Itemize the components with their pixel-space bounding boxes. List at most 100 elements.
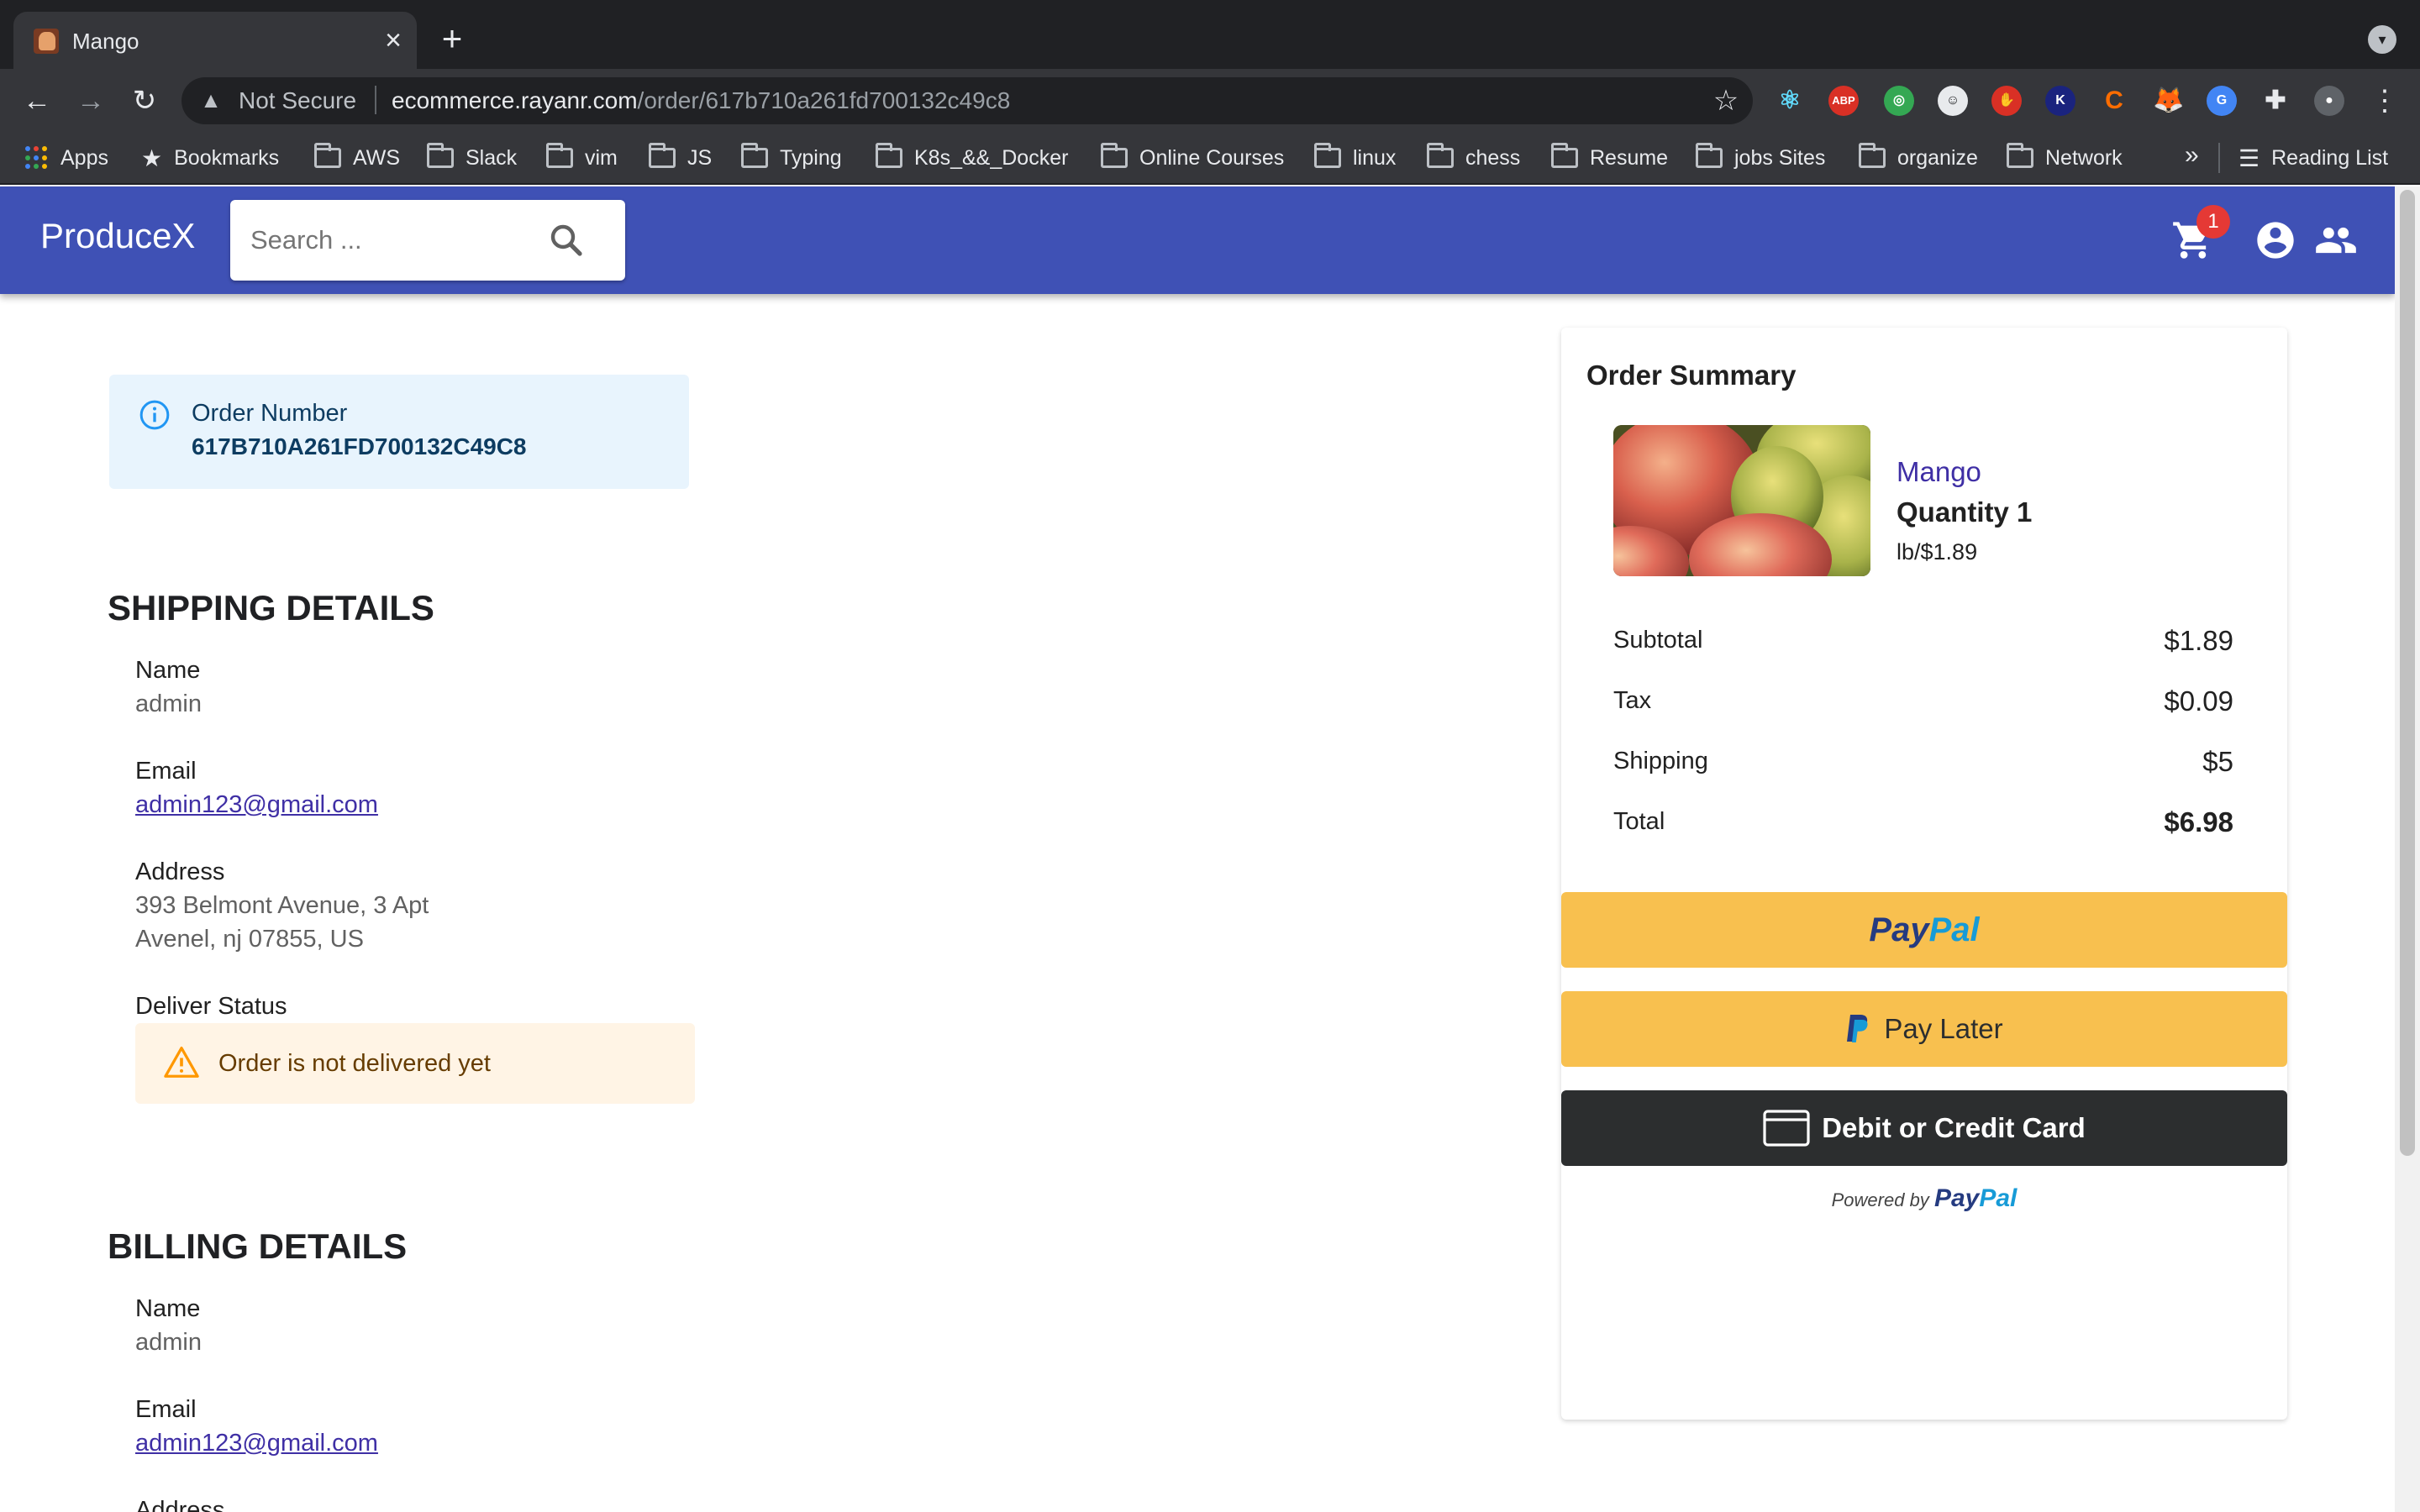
product-name-link[interactable]: Mango [1897, 456, 1981, 488]
bookmark-slack[interactable]: Slack [427, 143, 517, 173]
folder-icon [546, 143, 573, 168]
extensions-puzzle-icon[interactable]: ✚ [2260, 86, 2291, 116]
extension-c-icon[interactable]: C [2099, 86, 2129, 116]
bookmark-bookmarks[interactable]: ★ Bookmarks [141, 143, 279, 173]
bookmark-online-courses[interactable]: Online Courses [1101, 143, 1284, 173]
tab-search-icon[interactable]: ▾ [2368, 25, 2396, 54]
bookmark-resume[interactable]: Resume [1551, 143, 1668, 173]
bookmark-aws[interactable]: AWS [314, 143, 400, 173]
reading-list[interactable]: ☰ Reading List [2238, 143, 2388, 173]
folder-icon [1101, 143, 1128, 168]
total-label: Total [1613, 808, 1665, 835]
folder-icon [649, 143, 676, 168]
account-circle-icon[interactable] [2254, 218, 2297, 262]
warning-icon [164, 1047, 199, 1078]
users-group-icon[interactable] [2312, 218, 2360, 262]
shipping-email-link[interactable]: admin123@gmail.com [135, 791, 378, 819]
browser-tab[interactable]: Mango × [13, 12, 417, 69]
shipping-name-value: admin [135, 690, 202, 717]
tab-favicon-icon [34, 29, 59, 54]
url-host: ecommerce.rayanr.com [392, 87, 638, 113]
folder-icon [427, 143, 454, 168]
billing-name-label: Name [135, 1295, 201, 1322]
not-secure-label[interactable]: Not Secure [239, 87, 356, 114]
url-text[interactable]: ecommerce.rayanr.com/order/617b710a261fd… [392, 87, 1010, 114]
bookmark-k8s-docker[interactable]: K8s_&&_Docker [876, 143, 1068, 173]
deliver-status-text: Order is not delivered yet [218, 1050, 491, 1077]
product-image[interactable] [1613, 425, 1870, 576]
shipping-cost-value: $5 [2202, 746, 2233, 777]
powered-by-paypal: Powered by PayPal [1831, 1184, 2018, 1212]
credit-card-icon [1763, 1110, 1810, 1147]
apps-grid-icon [25, 146, 49, 170]
profile-avatar-icon[interactable]: ● [2314, 86, 2344, 116]
folder-icon [2007, 143, 2033, 168]
bookmark-js[interactable]: JS [649, 143, 712, 173]
debit-credit-card-button[interactable]: Debit or Credit Card [1561, 1090, 2287, 1166]
bookmark-apps[interactable]: Apps [25, 143, 108, 173]
folder-icon [1551, 143, 1578, 168]
brand-logo[interactable]: ProduceX [40, 215, 195, 257]
total-value: $6.98 [2164, 806, 2233, 837]
bookmark-star-icon[interactable]: ☆ [1709, 84, 1743, 118]
info-icon [139, 400, 170, 430]
scrollbar-thumb[interactable] [2400, 190, 2415, 1156]
browser-menu-icon[interactable]: ⋮ [2368, 84, 2402, 118]
bookmark-label: K8s_&&_Docker [914, 145, 1069, 170]
bookmark-linux[interactable]: linux [1314, 143, 1396, 173]
billing-details-heading: BILLING DETAILS [108, 1226, 408, 1266]
not-secure-icon[interactable]: ▲ [198, 87, 224, 113]
paypal-logo: PayPal [1869, 911, 1980, 948]
bookmark-label: Slack [466, 145, 518, 170]
bookmark-label: chess [1465, 145, 1521, 170]
adblock-plus-icon[interactable]: ABP [1828, 86, 1859, 116]
metamask-fox-icon[interactable]: 🦊 [2153, 86, 2184, 116]
card-button-label: Debit or Credit Card [1822, 1112, 2086, 1143]
extension-k-icon[interactable]: K [2045, 86, 2075, 116]
bookmark-typing[interactable]: Typing [741, 143, 842, 173]
paypal-button[interactable]: PayPal [1561, 892, 2287, 968]
shipping-address-line1: 393 Belmont Avenue, 3 Apt [135, 892, 429, 919]
extension-ring-icon[interactable]: ◎ [1884, 86, 1914, 116]
billing-email-label: Email [135, 1396, 197, 1423]
forward-icon[interactable]: → [71, 81, 111, 121]
bookmarks-divider [2218, 143, 2220, 173]
tab-close-icon[interactable]: × [376, 24, 410, 57]
order-number-label: Order Number [192, 400, 348, 427]
extension-hand-icon[interactable]: ✋ [1991, 86, 2022, 116]
back-icon[interactable]: ← [17, 81, 57, 121]
shipping-cost-label: Shipping [1613, 748, 1708, 774]
bookmark-label: vim [585, 145, 618, 170]
bookmark-label: Resume [1590, 145, 1669, 170]
bookmark-label: organize [1897, 145, 1978, 170]
pay-later-button[interactable]: Pay Later [1561, 991, 2287, 1067]
bookmark-label: JS [687, 145, 713, 170]
new-tab-icon[interactable]: + [434, 21, 471, 59]
bookmark-label: Bookmarks [174, 145, 280, 170]
billing-email-link[interactable]: admin123@gmail.com [135, 1430, 378, 1457]
extension-g-icon[interactable]: G [2207, 86, 2237, 116]
folder-icon [1427, 143, 1454, 168]
bookmark-network[interactable]: Network [2007, 143, 2123, 173]
cart-count-badge: 1 [2196, 205, 2230, 239]
shipping-name-label: Name [135, 657, 201, 684]
deliver-status-label: Deliver Status [135, 993, 287, 1020]
tab-title: Mango [72, 29, 139, 54]
bookmark-organize[interactable]: organize [1859, 143, 1978, 173]
bookmarks-overflow-icon[interactable]: » [2185, 141, 2199, 170]
order-number-value: 617B710A261FD700132C49C8 [192, 433, 527, 459]
order-summary-title: Order Summary [1586, 360, 1797, 391]
reload-icon[interactable]: ↻ [124, 81, 165, 121]
react-devtools-icon[interactable]: ⚛ [1775, 86, 1805, 116]
order-number-alert [109, 375, 689, 489]
reading-list-icon: ☰ [2238, 144, 2260, 171]
folder-icon [1696, 143, 1723, 168]
bookmark-chess[interactable]: chess [1427, 143, 1520, 173]
product-unit-price: lb/$1.89 [1897, 539, 1978, 564]
bookmark-label: AWS [353, 145, 401, 170]
bookmark-vim[interactable]: vim [546, 143, 618, 173]
search-icon[interactable] [546, 220, 587, 260]
search-input[interactable] [250, 223, 502, 257]
bookmark-jobs-sites[interactable]: jobs Sites [1696, 143, 1825, 173]
extension-face-icon[interactable]: ☺ [1938, 86, 1968, 116]
